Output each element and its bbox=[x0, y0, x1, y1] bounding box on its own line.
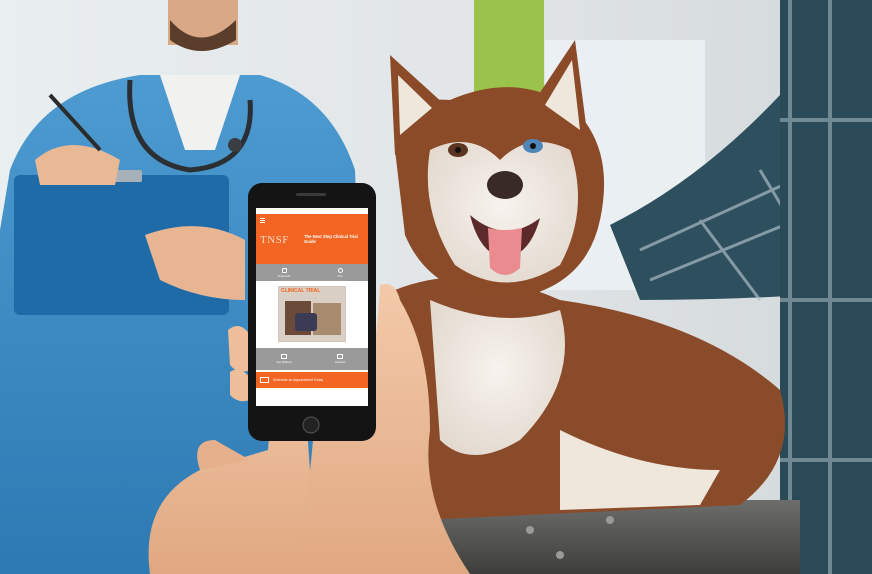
feature-photo-vet bbox=[295, 313, 317, 331]
status-time-left: 12:34 AM bbox=[259, 209, 272, 213]
feature-title: CLINICAL TRIAL bbox=[281, 288, 321, 294]
bottom-nav-label: Get Started bbox=[276, 360, 292, 364]
app-logo: TNSF bbox=[260, 234, 289, 246]
owner-body bbox=[780, 0, 872, 574]
feature-banner[interactable]: CLINICAL TRIAL bbox=[278, 286, 346, 342]
nav-item-protocols[interactable]: Protocols bbox=[256, 264, 312, 281]
bottom-nav: Get Started Contact bbox=[256, 348, 368, 370]
feature-photo-dog bbox=[313, 303, 341, 335]
dog-tongue bbox=[488, 228, 522, 275]
phone-speaker bbox=[296, 193, 326, 196]
card-icon bbox=[337, 354, 343, 359]
nav-item-label: Info bbox=[337, 273, 343, 278]
info-icon bbox=[337, 267, 343, 273]
menu-icon[interactable] bbox=[260, 218, 265, 223]
green-panel bbox=[474, 0, 544, 100]
nav-item-info[interactable]: Info bbox=[312, 264, 368, 281]
phone-screen: 12:34 AM 12:34 PM TNSF The Next Step Cli… bbox=[256, 208, 368, 406]
bottom-nav-contact[interactable]: Contact bbox=[312, 348, 368, 370]
contact-bar-label: Schedule an Appointment Today bbox=[273, 378, 324, 382]
app-header: TNSF The Next Step Clinical Trial Guide bbox=[256, 214, 368, 264]
screen-footer bbox=[256, 388, 368, 406]
right-hand-fingers-left bbox=[228, 326, 250, 402]
nav-item-label: Protocols bbox=[277, 273, 291, 278]
paw-icon bbox=[281, 267, 287, 273]
bottom-nav-get-started[interactable]: Get Started bbox=[256, 348, 312, 370]
contact-bar[interactable]: Schedule an Appointment Today bbox=[256, 372, 368, 388]
stethoscope-bell bbox=[228, 138, 242, 152]
nav-bar: Protocols Info bbox=[256, 264, 368, 281]
phone-home-button bbox=[302, 416, 320, 434]
bottom-nav-label: Contact bbox=[334, 360, 346, 364]
status-time-center: 12:34 PM bbox=[311, 209, 325, 213]
photo bbox=[0, 0, 872, 574]
dog-nose bbox=[487, 171, 523, 199]
mail-icon bbox=[260, 377, 269, 383]
scene: 12:34 AM 12:34 PM TNSF The Next Step Cli… bbox=[0, 0, 872, 574]
app-tagline: The Next Step Clinical Trial Guide bbox=[304, 234, 358, 244]
grid-icon bbox=[281, 354, 287, 359]
